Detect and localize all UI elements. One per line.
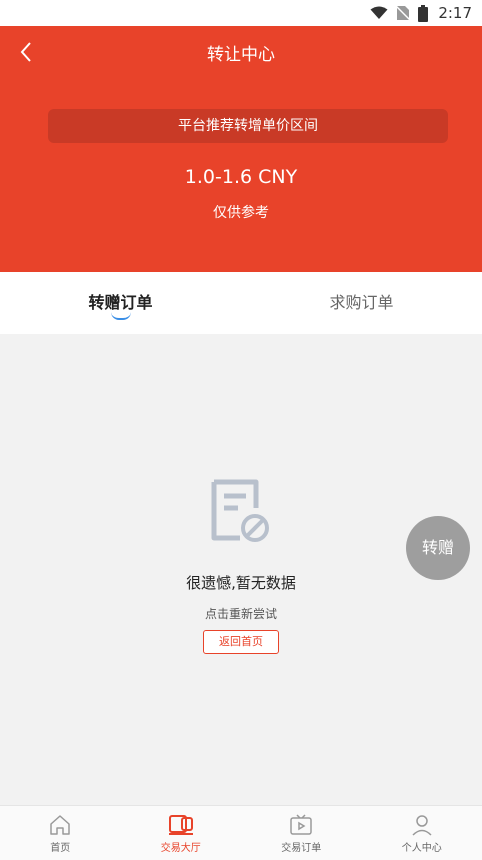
orders-play-icon: [289, 814, 313, 836]
tab-purchase-orders-label: 求购订单: [329, 293, 394, 312]
nav-label-trade-orders: 交易订单: [281, 843, 322, 854]
tab-transfer-orders-label: 转赠订单: [88, 293, 153, 312]
person-icon: [410, 814, 434, 836]
tab-transfer-orders[interactable]: 转赠订单: [0, 272, 241, 334]
return-home-button[interactable]: 返回首页: [203, 630, 279, 654]
battery-icon: [418, 4, 429, 22]
trading-hall-icon: [168, 814, 194, 836]
nav-label-profile: 个人中心: [401, 843, 442, 854]
retry-link[interactable]: 点击重新尝试: [0, 605, 482, 622]
price-range-value: 1.0-1.6 CNY: [184, 166, 298, 188]
home-icon: [48, 814, 72, 836]
order-tabs: 转赠订单 求购订单: [0, 272, 482, 334]
tab-purchase-orders[interactable]: 求购订单: [241, 272, 482, 334]
price-range-label: 平台推荐转增单价区间: [48, 109, 448, 143]
no-data-document-icon: [210, 478, 272, 544]
nav-label-trading-hall: 交易大厅: [160, 843, 201, 854]
wifi-icon: [370, 6, 388, 20]
status-time: 2:17: [438, 4, 472, 22]
nav-item-trading-hall[interactable]: 交易大厅: [121, 806, 242, 860]
nav-item-trade-orders[interactable]: 交易订单: [241, 806, 362, 860]
empty-title: 很遗憾,暂无数据: [186, 574, 296, 592]
nav-label-home: 首页: [50, 843, 71, 854]
status-bar: 2:17: [0, 0, 482, 26]
nav-item-home[interactable]: 首页: [0, 806, 121, 860]
nav-item-profile[interactable]: 个人中心: [362, 806, 482, 860]
active-tab-indicator: [110, 312, 131, 320]
page-title: 转让中心: [207, 45, 275, 65]
transfer-fab-button[interactable]: 转赠: [406, 516, 470, 580]
header-banner: 转让中心 平台推荐转增单价区间 1.0-1.6 CNY 仅供参考: [0, 26, 482, 272]
bottom-nav: 首页 交易大厅 交易订单 个人中心: [0, 805, 482, 860]
no-sim-icon: [396, 5, 411, 21]
price-range-note: 仅供参考: [213, 205, 269, 221]
empty-state: 很遗憾,暂无数据 点击重新尝试 返回首页: [0, 478, 482, 654]
